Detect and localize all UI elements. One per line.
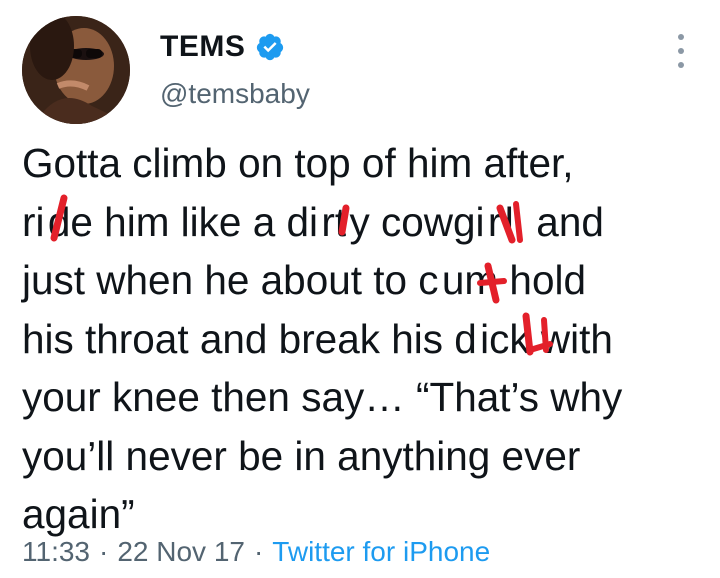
more-options-icon[interactable]: [676, 34, 686, 68]
tweet-date[interactable]: 22 Nov 17: [117, 536, 245, 568]
tweet-text: Gotta climb on top of him after, ri de h…: [22, 140, 623, 537]
tweet-source-link[interactable]: Twitter for iPhone: [272, 536, 490, 568]
meta-separator: ·: [99, 536, 109, 567]
more-dot-icon: [678, 48, 684, 54]
user-handle[interactable]: @temsbaby: [160, 78, 310, 110]
tweet-meta: 11:33 · 22 Nov 17 · Twitter for iPhone: [22, 536, 490, 568]
avatar[interactable]: [22, 16, 130, 124]
avatar-photo: [22, 16, 130, 124]
meta-separator: ·: [253, 536, 264, 567]
more-dot-icon: [678, 62, 684, 68]
tweet-time[interactable]: 11:33: [22, 536, 90, 568]
display-name[interactable]: TEMS: [160, 30, 245, 64]
name-row: TEMS: [160, 30, 285, 64]
verified-badge-icon: [255, 32, 285, 62]
more-dot-icon: [678, 34, 684, 40]
tweet-card: TEMS @temsbaby Gotta climb on top of him…: [0, 0, 720, 578]
